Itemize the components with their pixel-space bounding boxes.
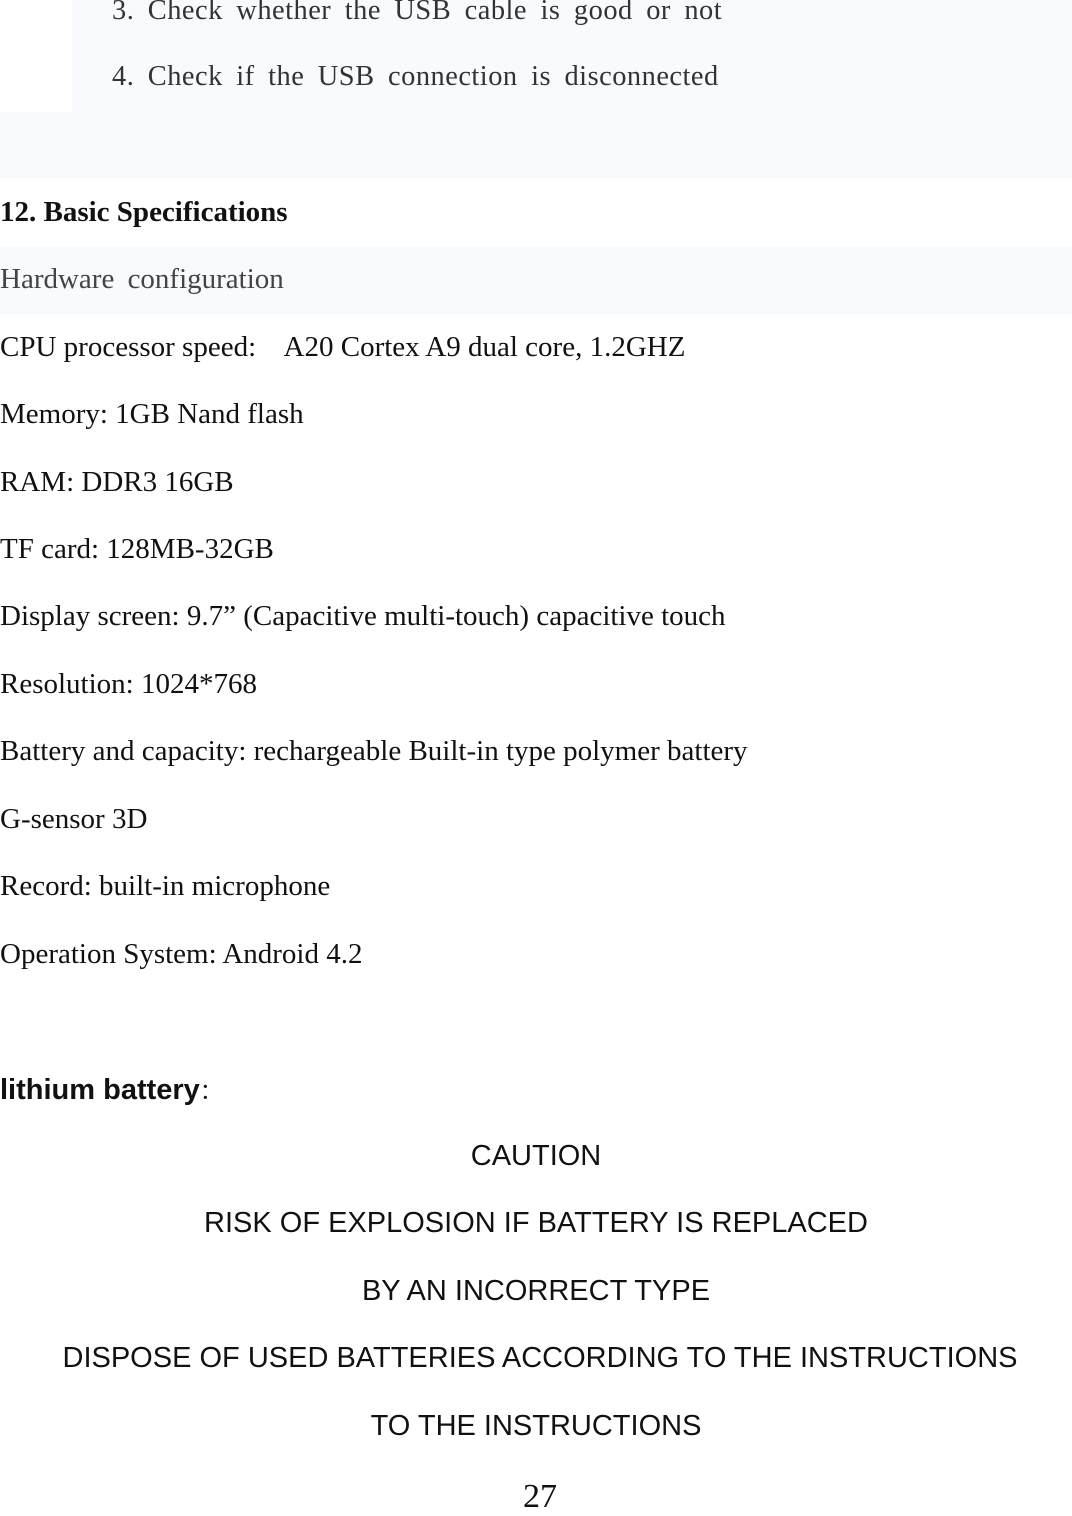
spec-ram: RAM: DDR3 16GB [0, 466, 234, 498]
spec-os: Operation System: Android 4.2 [0, 938, 363, 970]
troubleshooting-step-4: 4. Check if the USB connection is discon… [112, 60, 719, 92]
spec-record: Record: built-in microphone [0, 870, 331, 902]
section-heading: 12. Basic Specifications [0, 196, 288, 228]
caution-line: BY AN INCORRECT TYPE [361, 1275, 711, 1307]
troubleshooting-step-3: 3. Check whether the USB cable is good o… [112, 0, 723, 26]
page-number: 27 [523, 1478, 557, 1515]
caution-line: RISK OF EXPLOSION IF BATTERY IS REPLACED [204, 1207, 868, 1239]
caution-title: CAUTION [470, 1140, 602, 1172]
lithium-battery-colon: ： [199, 1079, 222, 1104]
lithium-battery-label: lithium battery [0, 1074, 200, 1106]
caution-line: TO THE INSTRUCTIONS [370, 1410, 702, 1442]
spec-g-sensor: G-sensor 3D [0, 803, 148, 835]
spec-resolution: Resolution: 1024*768 [0, 668, 257, 700]
spec-display: Display screen: 9.7” (Capacitive multi-t… [0, 600, 726, 632]
spec-memory: Memory: 1GB Nand flash [0, 398, 304, 430]
spec-cpu: CPU processor speed: A20 Cortex A9 dual … [0, 331, 686, 363]
lithium-battery-heading: lithium battery： [0, 1074, 222, 1107]
spec-battery: Battery and capacity: rechargeable Built… [0, 735, 748, 767]
troubleshooting-shade-lower [0, 112, 1072, 178]
hardware-config-label: Hardware configuration [0, 263, 284, 295]
caution-line: DISPOSE OF USED BATTERIES ACCORDING TO T… [62, 1342, 1018, 1374]
spec-tf-card: TF card: 128MB-32GB [0, 533, 274, 565]
